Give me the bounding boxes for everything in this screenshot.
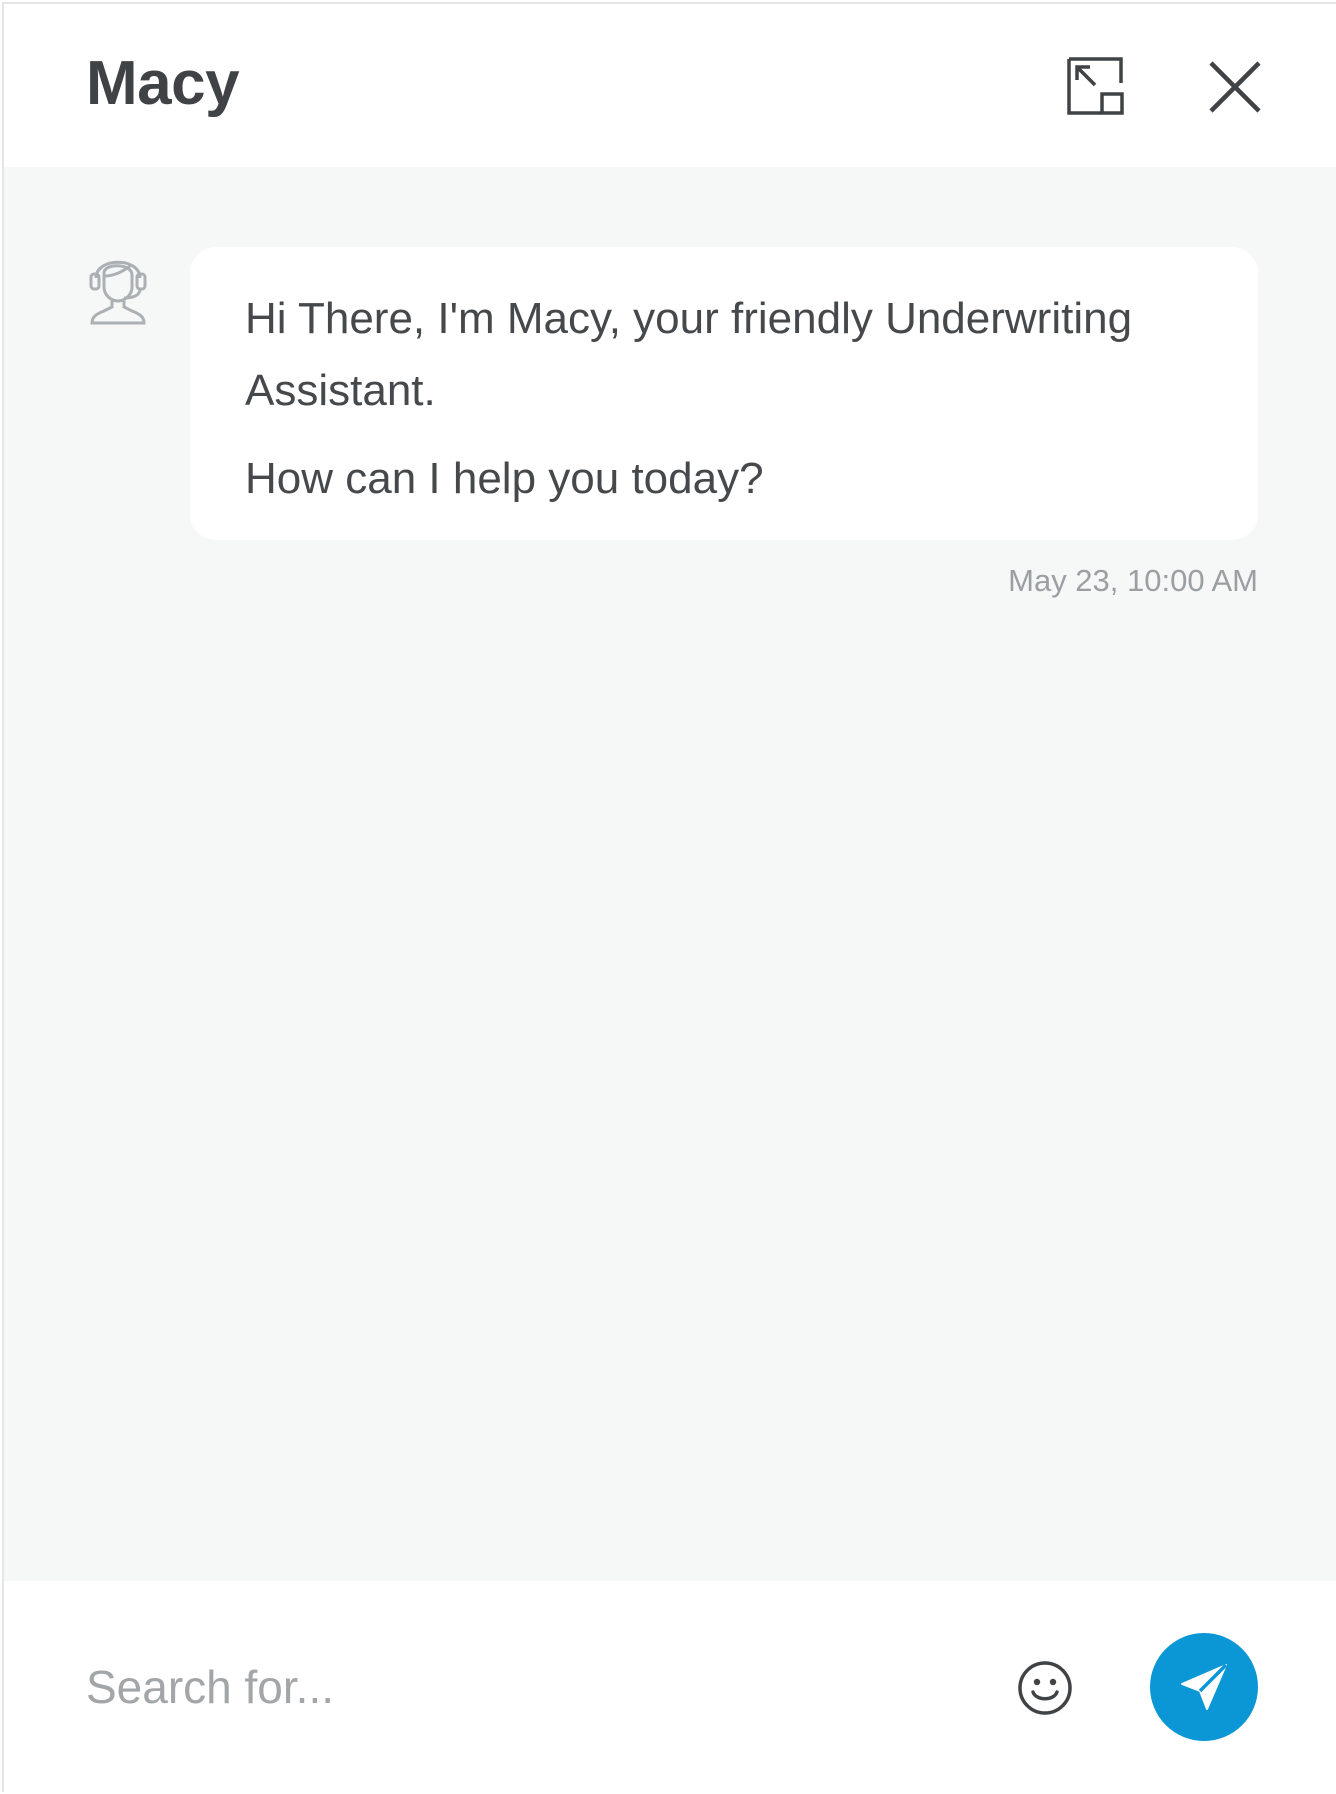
bot-message-bubble: Hi There, I'm Macy, your friendly Underw… — [190, 247, 1258, 540]
message-timestamp: May 23, 10:00 AM — [1008, 563, 1258, 598]
expand-icon — [1067, 57, 1124, 115]
emoji-button[interactable] — [1016, 1659, 1074, 1717]
chat-title: Macy — [86, 49, 240, 118]
smiley-icon — [1018, 1661, 1072, 1715]
composer — [4, 1581, 1336, 1794]
search-input[interactable] — [86, 1651, 886, 1723]
message-text-line: Hi There, I'm Macy, your friendly Underw… — [245, 294, 1133, 415]
paper-plane-icon — [1181, 1663, 1228, 1710]
support-agent-headset-icon — [89, 260, 147, 325]
message-list[interactable]: Hi There, I'm Macy, your friendly Underw… — [4, 167, 1336, 1581]
send-button[interactable] — [1150, 1633, 1258, 1741]
close-icon — [1209, 61, 1261, 113]
close-button[interactable] — [1204, 56, 1266, 118]
chat-header: Macy — [4, 4, 1336, 167]
expand-button[interactable] — [1066, 56, 1128, 118]
bot-avatar — [82, 245, 154, 325]
message-text-line: How can I help you today? — [245, 454, 764, 503]
chat-window: Macy Hi There, I'm Macy, your friendly U… — [2, 2, 1336, 1794]
